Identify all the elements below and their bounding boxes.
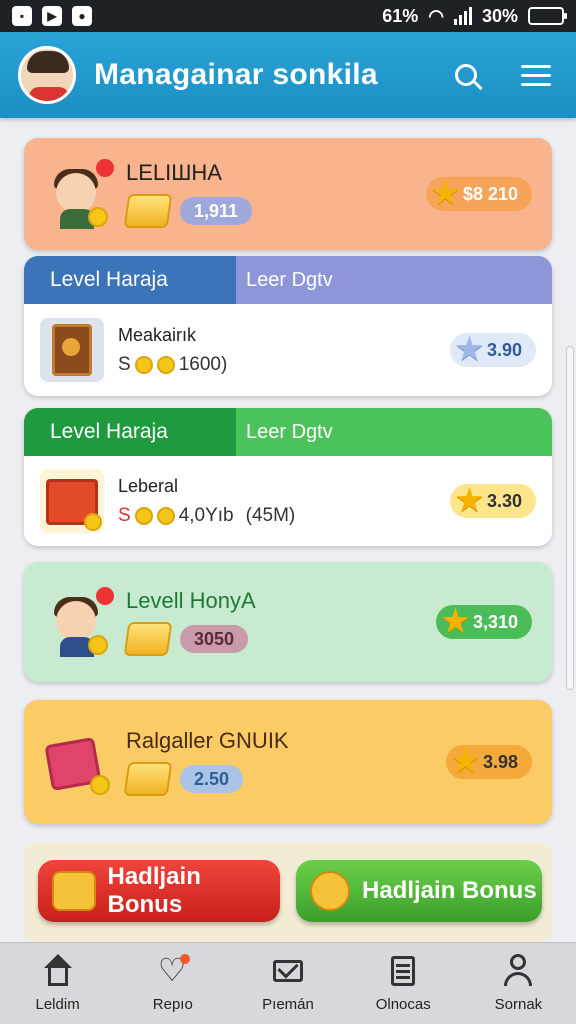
user-icon bbox=[501, 954, 535, 988]
menu-icon bbox=[521, 59, 551, 92]
search-icon bbox=[455, 64, 477, 86]
item-title: Meakairık bbox=[118, 324, 197, 345]
star-value: ★ 3.30 bbox=[450, 484, 536, 518]
bonus-button-red[interactable]: Hadljain Bonus bbox=[38, 860, 280, 922]
tab-level[interactable]: Level Haraja bbox=[24, 256, 236, 304]
star-value-text: 3,310 bbox=[472, 611, 518, 632]
gold-bar-icon bbox=[123, 622, 173, 656]
nav-item-repio[interactable]: ♡ Repıo bbox=[115, 943, 230, 1024]
home-icon bbox=[41, 954, 75, 988]
nav-label: Repıo bbox=[152, 996, 193, 1013]
character-icon bbox=[44, 587, 114, 657]
star-icon: ★ bbox=[432, 177, 459, 210]
coin-icon bbox=[310, 871, 350, 911]
status-right: 61% ◠ 30% bbox=[382, 5, 567, 27]
gold-bar-icon bbox=[123, 194, 173, 228]
page-title: Managainar sonkila bbox=[94, 58, 378, 91]
clipboard-icon bbox=[386, 954, 420, 988]
tab-leer[interactable]: Leer Dgtv bbox=[236, 408, 552, 456]
nav-item-pieman[interactable]: Pıemán bbox=[230, 943, 345, 1024]
gold-bar-icon bbox=[123, 762, 173, 796]
tab-level[interactable]: Level Haraja bbox=[24, 408, 236, 456]
star-value-text: 3.30 bbox=[486, 490, 522, 511]
nav-label: Pıemán bbox=[262, 996, 314, 1013]
app-bar: Managainar sonkila bbox=[0, 32, 576, 118]
star-value-text: 3.98 bbox=[482, 751, 518, 772]
avatar[interactable] bbox=[18, 46, 76, 104]
bonus-button-label: Hadljain Bonus bbox=[107, 863, 201, 918]
coin-icon bbox=[134, 355, 153, 374]
scrollbar[interactable] bbox=[566, 346, 574, 690]
bottom-nav: Leldim ♡ Repıo Pıemán Olnocas Sornak bbox=[0, 942, 576, 1024]
star-value: ★ 3.90 bbox=[450, 333, 536, 367]
meta-value: 4,0Yıb bbox=[178, 504, 234, 526]
mail-icon bbox=[271, 954, 305, 988]
status-bar: ▪ ▶ ● 61% ◠ 30% bbox=[0, 0, 576, 32]
star-icon: ★ bbox=[452, 745, 479, 778]
meta-value: 1600) bbox=[178, 353, 228, 375]
signal-icon bbox=[453, 7, 472, 25]
search-button[interactable] bbox=[444, 53, 488, 97]
reward-card-yellow[interactable]: Ralgaller GNUIK 2.50 ★ 3.98 bbox=[24, 700, 552, 824]
bonus-button-label: Hadljain Bonus bbox=[362, 877, 537, 904]
book-icon bbox=[40, 318, 104, 382]
star-value-text: $8 210 bbox=[462, 183, 518, 204]
meta-extra: (45M) bbox=[245, 504, 296, 526]
nav-label: Leldim bbox=[35, 996, 80, 1013]
basket-icon bbox=[44, 727, 114, 797]
level-section-1[interactable]: Level Haraja Leer Dgtv Meakairık S 1600)… bbox=[24, 256, 552, 396]
value-badge: 1,911 bbox=[180, 197, 253, 225]
heart-icon: ♡ bbox=[156, 954, 190, 988]
star-icon: ★ bbox=[442, 605, 469, 638]
reward-card-green[interactable]: Levell HonyA 3050 ★ 3,310 bbox=[24, 562, 552, 682]
star-value: ★ 3.98 bbox=[446, 745, 532, 779]
star-value-text: 3.90 bbox=[486, 339, 522, 360]
character-icon bbox=[44, 159, 114, 229]
nav-label: Olnocas bbox=[375, 996, 431, 1013]
value-badge: 2.50 bbox=[180, 765, 244, 793]
star-value: ★ 3,310 bbox=[436, 605, 532, 639]
play-icon: ▶ bbox=[42, 6, 62, 26]
basket-icon bbox=[40, 469, 104, 533]
card-title: Ralgaller GNUIK bbox=[126, 728, 289, 753]
bonus-button-green[interactable]: Hadljain Bonus bbox=[296, 860, 542, 922]
level-section-2[interactable]: Level Haraja Leer Dgtv Leberal S 4,0Yıb … bbox=[24, 408, 552, 546]
item-title: Leberal bbox=[118, 475, 179, 496]
battery-icon bbox=[528, 7, 567, 25]
star-icon: ★ bbox=[456, 333, 483, 366]
status-signal-text: 61% bbox=[382, 5, 419, 26]
wifi-icon: ◠ bbox=[428, 5, 444, 26]
reward-card-top[interactable]: LELIШHA 1,911 ★ $8 210 bbox=[24, 138, 552, 250]
nav-item-olnocas[interactable]: Olnocas bbox=[346, 943, 461, 1024]
value-badge: 3050 bbox=[180, 625, 249, 653]
tab-leer[interactable]: Leer Dgtv bbox=[236, 256, 552, 304]
card-title: LELIШHA bbox=[126, 160, 222, 185]
battery-text: 30% bbox=[481, 5, 518, 26]
status-left-icons: ▪ ▶ ● bbox=[12, 6, 92, 26]
meta-prefix: S bbox=[118, 353, 131, 375]
menu-button[interactable] bbox=[514, 53, 558, 97]
meta-prefix: S bbox=[118, 504, 131, 526]
gift-icon bbox=[52, 871, 96, 911]
star-icon: ★ bbox=[456, 484, 483, 517]
card-title: Levell HonyA bbox=[126, 588, 256, 613]
coin-icon bbox=[134, 506, 153, 525]
notification-icon: ▪ bbox=[12, 6, 32, 26]
coin-icon bbox=[156, 506, 175, 525]
star-value: ★ $8 210 bbox=[426, 177, 532, 211]
nav-item-sornak[interactable]: Sornak bbox=[461, 943, 576, 1024]
coin-icon bbox=[156, 355, 175, 374]
circle-icon: ● bbox=[72, 6, 92, 26]
nav-label: Sornak bbox=[494, 996, 543, 1013]
nav-item-home[interactable]: Leldim bbox=[0, 943, 115, 1024]
